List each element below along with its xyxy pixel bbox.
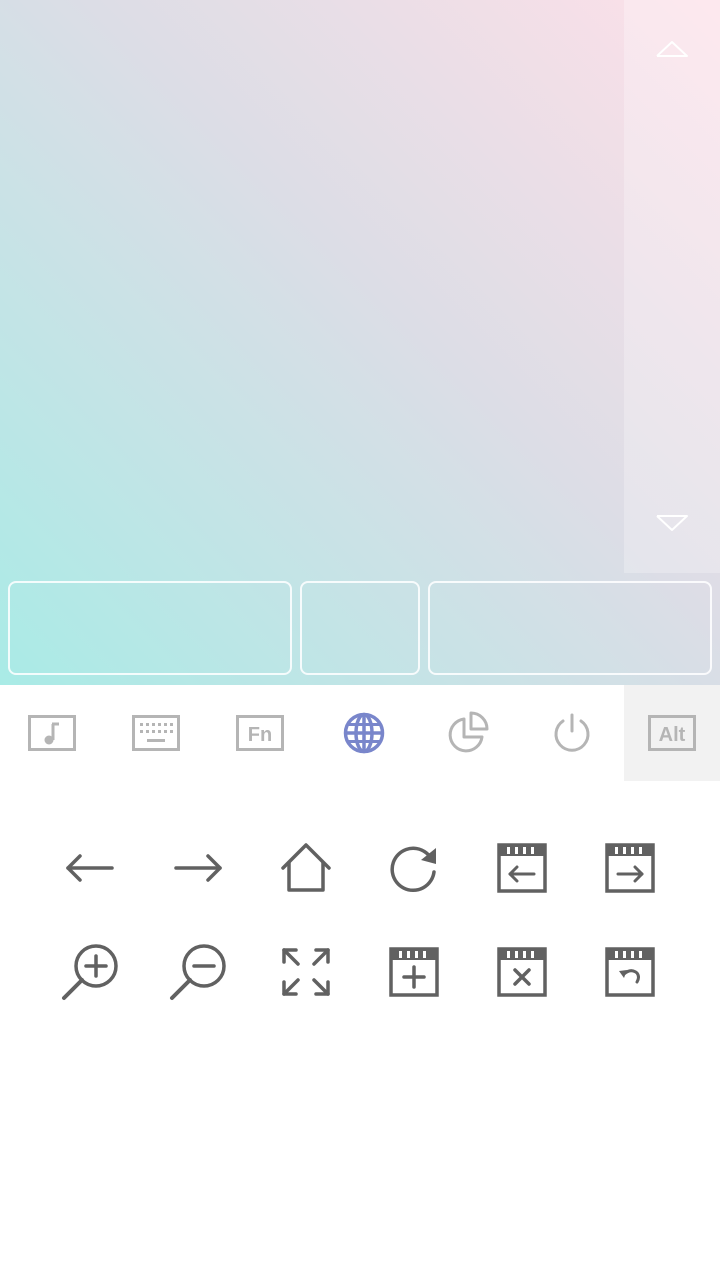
tab-browser[interactable] — [312, 685, 416, 781]
tab-presentation[interactable] — [416, 685, 520, 781]
middle-click-button[interactable] — [300, 581, 420, 675]
alt-box-icon: Alt — [648, 715, 696, 751]
new-tab-button[interactable] — [360, 920, 468, 1024]
fullscreen-icon — [282, 948, 330, 996]
power-icon — [554, 713, 590, 752]
right-click-button[interactable] — [428, 581, 712, 675]
reopen-tab-button[interactable] — [576, 920, 684, 1024]
tab-keyboard[interactable] — [104, 685, 208, 781]
scroll-strip[interactable] — [624, 0, 720, 573]
zoom-in-button[interactable] — [36, 920, 144, 1024]
keyboard-icon — [132, 715, 180, 751]
tab-undo-icon — [605, 947, 655, 997]
scroll-down-icon[interactable] — [655, 514, 689, 532]
tab-arrow-left-icon — [497, 843, 547, 893]
tab-close-icon — [497, 947, 547, 997]
forward-button[interactable] — [144, 816, 252, 920]
next-tab-button[interactable] — [576, 816, 684, 920]
globe-icon — [343, 712, 385, 754]
mode-tab-bar: Fn Alt — [0, 685, 720, 781]
tab-arrow-right-icon — [605, 843, 655, 893]
refresh-button[interactable] — [360, 816, 468, 920]
tab-function[interactable]: Fn — [208, 685, 312, 781]
left-click-button[interactable] — [8, 581, 292, 675]
zoom-out-icon — [170, 944, 226, 1000]
tab-power[interactable] — [520, 685, 624, 781]
scroll-up-icon[interactable] — [655, 40, 689, 58]
touchpad-area[interactable] — [0, 0, 720, 685]
zoom-out-button[interactable] — [144, 920, 252, 1024]
refresh-icon — [390, 846, 436, 893]
fullscreen-button[interactable] — [252, 920, 360, 1024]
arrow-right-icon — [174, 854, 222, 882]
home-icon — [281, 843, 331, 892]
previous-tab-button[interactable] — [468, 816, 576, 920]
fn-box-icon: Fn — [236, 715, 284, 751]
zoom-in-icon — [62, 944, 118, 1000]
back-button[interactable] — [36, 816, 144, 920]
alt-label: Alt — [659, 724, 686, 746]
close-tab-button[interactable] — [468, 920, 576, 1024]
arrow-left-icon — [66, 854, 114, 882]
pie-chart-icon — [448, 711, 489, 753]
home-button[interactable] — [252, 816, 360, 920]
tab-media[interactable] — [0, 685, 104, 781]
music-note-box-icon — [28, 715, 76, 751]
tab-plus-icon — [389, 947, 439, 997]
fn-label: Fn — [248, 724, 272, 746]
tab-alt[interactable]: Alt — [624, 685, 720, 781]
